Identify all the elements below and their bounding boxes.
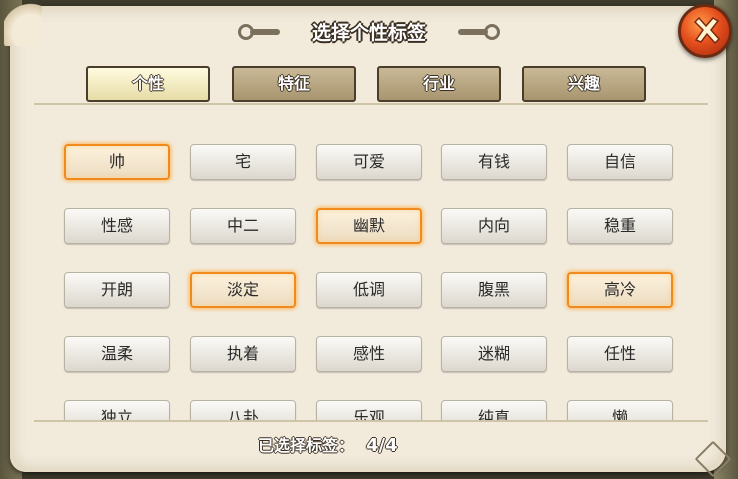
selection-status: 已选择标签： 4/4: [258, 432, 398, 456]
tag-button[interactable]: 性感: [64, 208, 170, 244]
tag-button[interactable]: 温柔: [64, 336, 170, 372]
tag-button[interactable]: 乐观: [316, 400, 422, 420]
tag-button[interactable]: 执着: [190, 336, 296, 372]
selected-count-label: 已选择标签：: [258, 436, 355, 455]
tag-button[interactable]: 有钱: [441, 144, 547, 180]
tag-button[interactable]: 内向: [441, 208, 547, 244]
tag-button[interactable]: 开朗: [64, 272, 170, 308]
tag-button[interactable]: 八卦: [190, 400, 296, 420]
tag-button[interactable]: 高冷: [567, 272, 673, 308]
tag-button[interactable]: 自信: [567, 144, 673, 180]
tag-button[interactable]: 迷糊: [441, 336, 547, 372]
close-button[interactable]: [678, 4, 732, 58]
tag-button[interactable]: 低调: [316, 272, 422, 308]
tab-personality[interactable]: 个性: [86, 66, 210, 102]
panel-title: 选择个性标签: [311, 22, 426, 44]
tag-button[interactable]: 稳重: [567, 208, 673, 244]
tag-button[interactable]: 可爱: [316, 144, 422, 180]
scroll-curl-decoration: [4, 2, 42, 46]
tag-button[interactable]: 腹黑: [441, 272, 547, 308]
tag-button[interactable]: 独立: [64, 400, 170, 420]
tab-divider: [34, 103, 708, 105]
tag-button[interactable]: 宅: [190, 144, 296, 180]
tag-button[interactable]: 淡定: [190, 272, 296, 308]
tag-button[interactable]: 中二: [190, 208, 296, 244]
tab-industry[interactable]: 行业: [377, 66, 501, 102]
bottom-divider: [34, 420, 708, 422]
title-banner: 选择个性标签: [238, 14, 500, 50]
tab-traits[interactable]: 特征: [232, 66, 356, 102]
tag-button[interactable]: 感性: [316, 336, 422, 372]
tag-button[interactable]: 任性: [567, 336, 673, 372]
tag-button[interactable]: 懒: [567, 400, 673, 420]
selected-count-value: 4/4: [366, 435, 398, 456]
tag-button[interactable]: 帅: [64, 144, 170, 180]
tag-grid: 帅 宅 可爱 有钱 自信 性感 中二 幽默 内向 稳重 开朗 淡定 低调 腹黑 …: [34, 108, 708, 420]
tab-interests[interactable]: 兴趣: [522, 66, 646, 102]
tag-button[interactable]: 幽默: [316, 208, 422, 244]
tag-button[interactable]: 纯真: [441, 400, 547, 420]
close-x-icon: [693, 16, 721, 45]
